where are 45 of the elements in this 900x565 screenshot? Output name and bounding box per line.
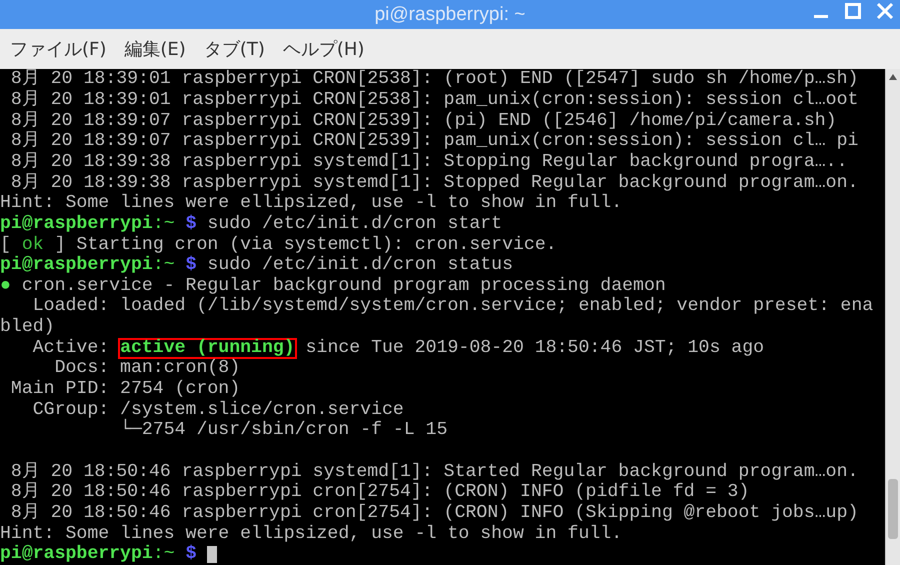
terminal-text: Main PID: 2754 (cron) xyxy=(10,381,240,398)
prompt-text: :~ xyxy=(152,216,176,233)
terminal-text: [ xyxy=(0,236,12,254)
terminal-text: Hint: Some lines were ellipsized, use -l to show in full. xyxy=(0,195,622,212)
scrollbar-thumb[interactable] xyxy=(888,478,898,539)
prompt-text: :~ xyxy=(152,257,176,274)
terminal-text: sudo /etc/init.d/cron start xyxy=(206,216,502,233)
terminal-text: since Tue 2019-08-20 18:50:46 JST; 10s ago xyxy=(304,340,764,357)
terminal-text: 8月 20 18:39:01 raspberrypi CRON[2538]: (root) END ([2547] sudo sh /home/p…sh) xyxy=(10,71,858,88)
prompt-text: $ xyxy=(186,257,196,274)
prompt-text: pi@raspberrypi xyxy=(0,216,153,233)
prompt-text: $ xyxy=(186,546,196,564)
menu-item[interactable]: ヘルプ(H) xyxy=(282,37,364,62)
window-title: pi@raspberrypi: ~ xyxy=(374,4,526,26)
terminal-text: ok xyxy=(22,236,44,254)
terminal-text: 8月 20 18:50:46 raspberrypi cron[2754]: (CRON) INFO (pidfile fd = 3) xyxy=(10,484,750,502)
maximize-icon[interactable] xyxy=(844,2,862,20)
terminal-text: Docs: man:cron(8) xyxy=(54,360,240,378)
terminal-text: Active: xyxy=(32,340,110,357)
menu-item[interactable]: ファイル(F) xyxy=(10,37,106,62)
terminal-text: sudo /etc/init.d/cron status xyxy=(206,257,513,274)
terminal-text: CGroup: /system.slice/cron.service xyxy=(32,402,404,419)
terminal-text: 8月 20 18:39:07 raspberrypi CRON[2539]: (pi) END ([2546] /home/pi/camera.sh) xyxy=(10,112,837,130)
terminal-text: Loaded: loaded (/lib/systemd/system/cron.service; enabled; vendor preset: ena xyxy=(32,298,874,316)
terminal-text: Hint: Some lines were ellipsized, use -l to show in full. xyxy=(0,526,622,543)
terminal-text: 8月 20 18:50:46 raspberrypi cron[2754]: (CRON) INFO (Skipping @reboot jobs…up) xyxy=(10,504,858,522)
prompt-text: :~ xyxy=(152,546,176,564)
terminal-text: 8月 20 18:50:46 raspberrypi systemd[1]: Started Regular background program…on. xyxy=(10,464,858,481)
terminal-text: 8月 20 18:39:07 raspberrypi CRON[2539]: pam_unix(cron:session): session cl… pi xyxy=(10,133,858,150)
close-icon[interactable] xyxy=(876,2,894,20)
terminal-text: bled) xyxy=(0,319,55,336)
terminal-text: cron.service - Regular background program processing daemon xyxy=(20,278,666,295)
prompt-text: $ xyxy=(186,216,196,233)
status-dot-icon: ● xyxy=(0,278,11,295)
terminal-text: 8月 20 18:39:38 raspberrypi systemd[1]: Stopped Regular background program…on. xyxy=(10,174,858,192)
menu-item[interactable]: タブ(T) xyxy=(204,37,265,62)
scroll-up-icon[interactable] xyxy=(888,72,898,81)
prompt-text: pi@raspberrypi xyxy=(0,546,153,564)
terminal-text: active (running) xyxy=(120,340,295,357)
terminal-text: 8月 20 18:39:01 raspberrypi CRON[2538]: pam_unix(cron:session): session cl…oot xyxy=(10,92,858,110)
terminal-text: ] Starting cron (via systemctl): cron.service. xyxy=(54,236,557,254)
terminal-text: 8月 20 18:39:38 raspberrypi systemd[1]: Stopping Regular background progra….. xyxy=(10,154,848,171)
scrollbar[interactable] xyxy=(885,68,900,565)
prompt-text: pi@raspberrypi xyxy=(0,257,153,274)
menu-item[interactable]: 編集(E) xyxy=(124,37,186,62)
